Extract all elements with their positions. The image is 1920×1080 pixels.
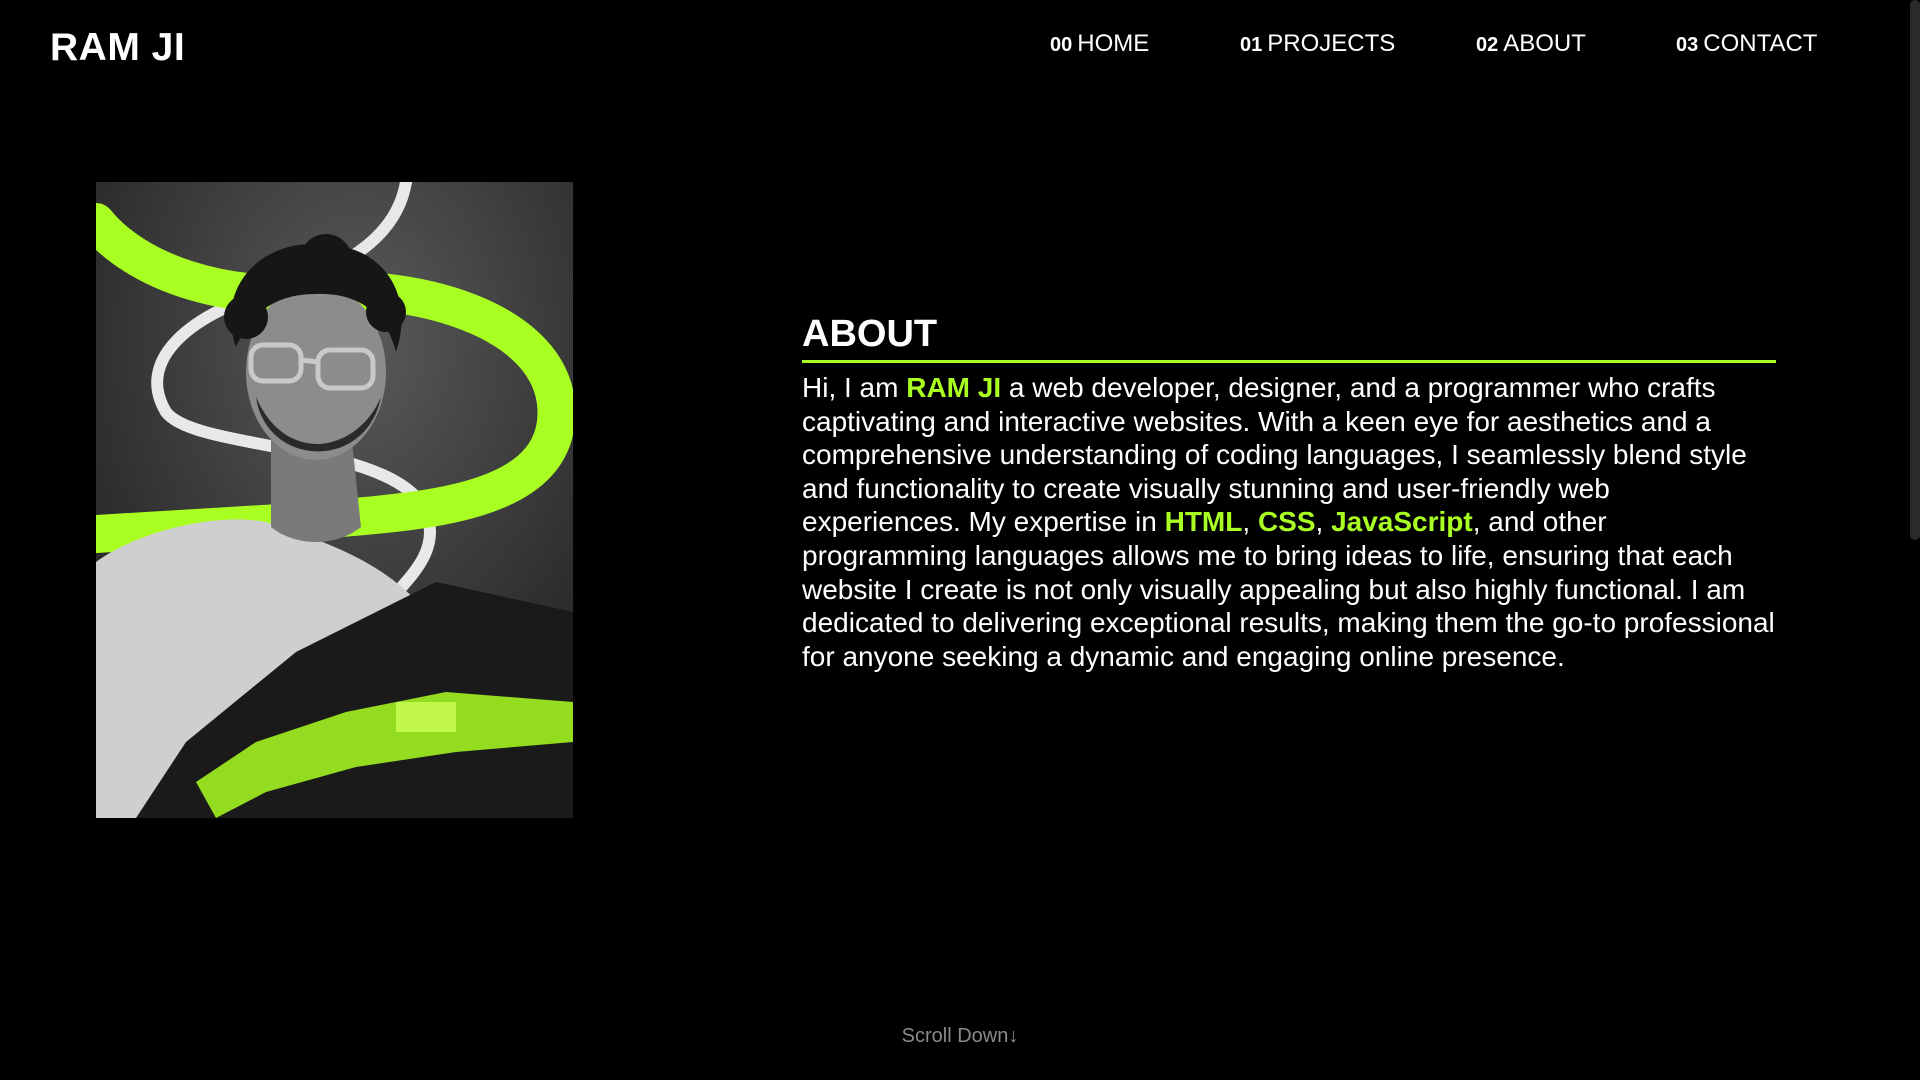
skill-separator-1: , [1242,506,1258,538]
nav-home[interactable]: 00 HOME [1050,30,1240,58]
skill-separator-2: , [1315,506,1332,538]
skill-html: HTML [1164,506,1243,538]
about-intro: Hi, I am [802,372,907,403]
scroll-down-indicator[interactable]: Scroll Down↓ [0,1025,1920,1048]
nav-contact-label: CONTACT [1703,30,1818,57]
skill-javascript: JavaScript [1331,506,1473,538]
about-heading: ABOUT [802,310,1776,363]
nav-home-label: HOME [1077,30,1150,57]
nav-about-label: ABOUT [1503,30,1586,57]
nav-contact[interactable]: 03 CONTACT [1676,30,1817,58]
nav-projects[interactable]: 01 PROJECTS [1240,30,1476,58]
profile-illustration [96,182,573,818]
profile-photo [96,182,573,818]
about-paragraph: Hi, I am RAM JI a web developer, designe… [802,371,1776,673]
nav-home-number: 00 [1050,34,1073,56]
about-section: ABOUT Hi, I am RAM JI a web developer, d… [802,310,1776,673]
nav-contact-number: 03 [1676,34,1699,56]
nav-about[interactable]: 02 ABOUT [1476,30,1676,58]
page-scrollbar[interactable] [1910,0,1920,540]
main-nav: 00 HOME 01 PROJECTS 02 ABOUT 03 CONTACT [1050,30,1817,58]
skill-css: CSS [1257,506,1316,538]
nav-projects-number: 01 [1240,34,1263,56]
about-name-highlight: RAM JI [906,372,1002,403]
nav-about-number: 02 [1476,34,1499,56]
brand-logo[interactable]: RAM JI [50,26,185,70]
nav-projects-label: PROJECTS [1267,30,1396,57]
